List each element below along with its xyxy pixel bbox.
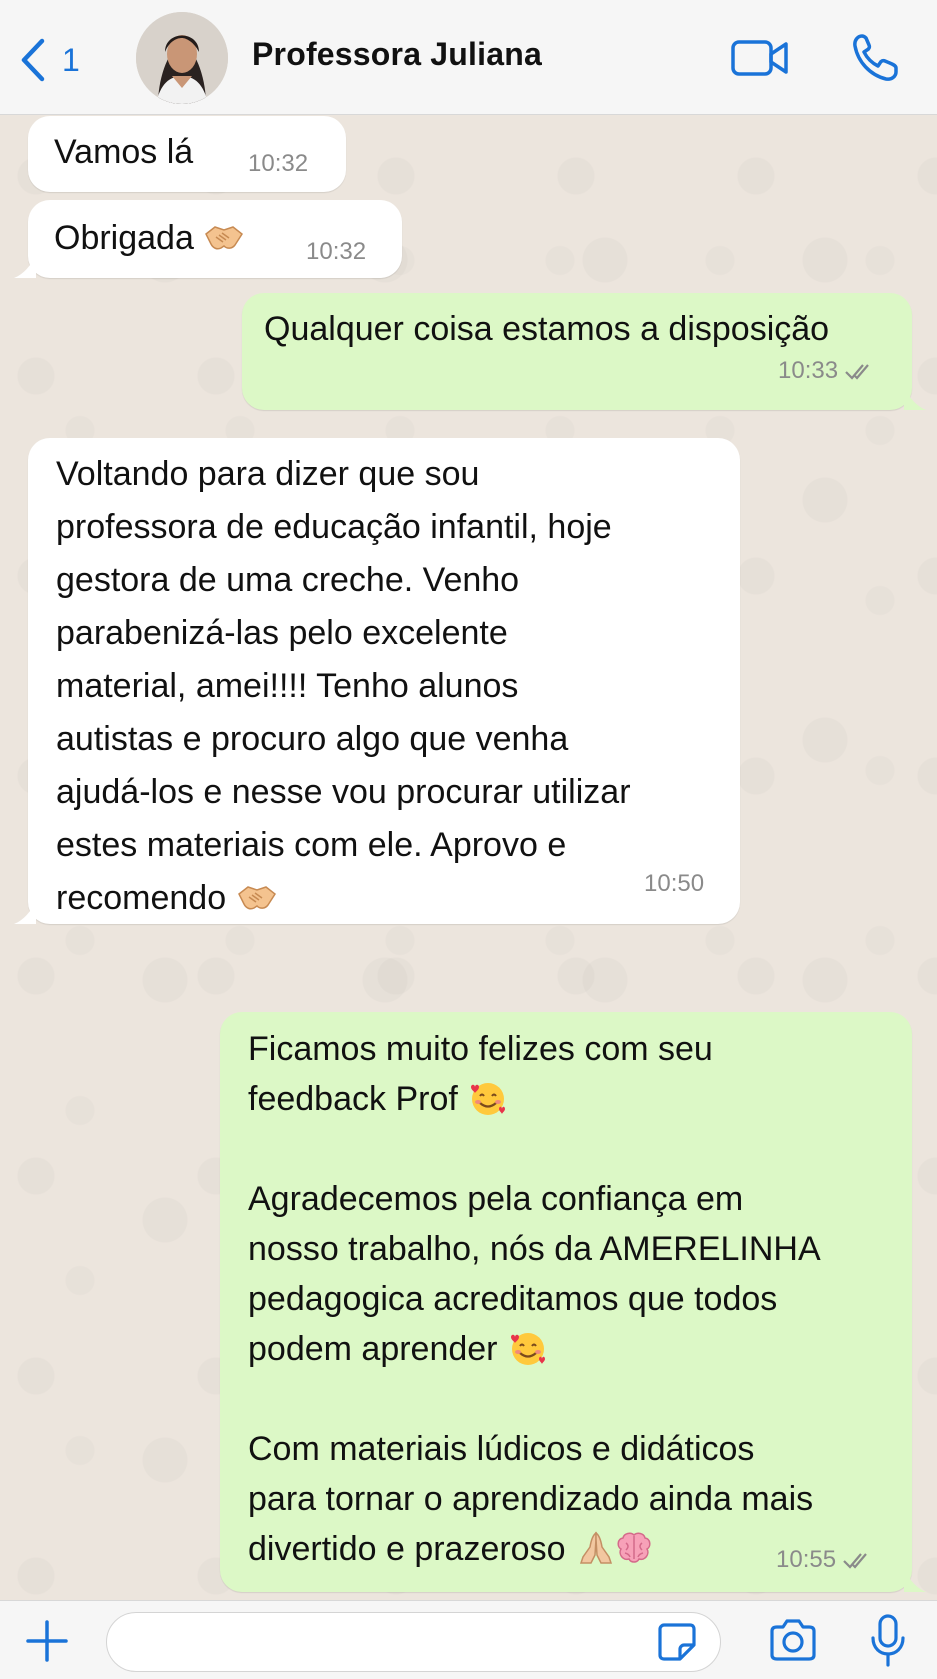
message-line: material, amei!!!! Tenho alunos (56, 667, 519, 705)
read-receipt-icon (843, 1553, 867, 1569)
chevron-left-icon (21, 38, 45, 82)
message-line: Ficamos muito felizes com seu (248, 1030, 713, 1068)
message-text: Qualquer coisa estamos a disposição (264, 310, 830, 348)
message-composer (0, 1600, 937, 1679)
bubble-tail (904, 1570, 926, 1592)
chat-header: 1 Professora Juliana (0, 0, 937, 115)
message-line: podem aprender (248, 1324, 821, 1374)
phone-call-icon[interactable] (850, 30, 900, 84)
bubble-tail (14, 256, 36, 278)
message-line: divertido e prazeroso (248, 1524, 821, 1574)
contact-photo (136, 12, 228, 104)
message-time: 10:32 (306, 238, 367, 265)
message-line: gestora de uma creche. Venho (56, 561, 520, 599)
sticker-icon[interactable] (656, 1621, 698, 1663)
brain-icon (617, 1532, 651, 1563)
message-line: Voltando para dizer que sou (56, 455, 480, 493)
message-input[interactable] (106, 1612, 721, 1672)
bubble-tail (14, 902, 36, 924)
message-incoming[interactable]: Vamos lá 10:32 (28, 116, 346, 192)
message-line: ajudá-los e nesse vou procurar utilizar (56, 773, 631, 811)
video-call-icon[interactable] (730, 30, 790, 84)
message-line: para tornar o aprendizado ainda mais (248, 1480, 814, 1518)
message-line: Agradecemos pela confiança em (248, 1180, 744, 1218)
message-line: professora de educação infantil, hoje (56, 508, 612, 546)
message-time: 10:55 (776, 1546, 872, 1574)
folded-hands-icon (579, 1531, 613, 1564)
message-line (248, 1374, 821, 1424)
microphone-icon[interactable] (868, 1613, 908, 1669)
smiling-face-with-hearts-icon (510, 1333, 545, 1366)
chat-area[interactable]: Vamos lá 10:32 Obrigada 10:32 Qualquer c… (0, 116, 937, 1600)
back-button[interactable]: 1 (18, 36, 80, 84)
message-time: 10:50 (644, 870, 705, 897)
message-text: Ficamos muito felizes com seu feedback P… (248, 1024, 821, 1574)
message-line: pedagogica acreditamos que todos (248, 1280, 778, 1318)
handshake-icon (237, 886, 276, 910)
message-time: 10:33 (778, 357, 874, 385)
message-line: Com materiais lúdicos e didáticos (248, 1430, 755, 1468)
unread-count: 1 (62, 41, 80, 78)
message-text: Vamos lá (54, 133, 194, 171)
message-incoming[interactable]: Voltando para dizer que sou professora d… (28, 438, 740, 924)
message-line: nosso trabalho, nós da AMERELINHA (248, 1230, 821, 1268)
message-time: 10:32 (248, 150, 309, 177)
contact-name[interactable]: Professora Juliana (252, 36, 542, 73)
bubble-tail (904, 388, 926, 410)
message-text: Voltando para dizer que sou professora d… (56, 448, 631, 925)
message-line: parabenizá-las pelo excelente (56, 614, 508, 652)
message-line: feedback Prof (248, 1074, 821, 1124)
message-line: estes materiais com ele. Aprovo e (56, 826, 567, 864)
camera-icon[interactable] (768, 1617, 818, 1663)
message-line: autistas e procuro algo que venha (56, 720, 569, 758)
message-incoming[interactable]: Obrigada 10:32 (28, 200, 402, 278)
message-line: recomendo (56, 872, 631, 925)
message-text: Obrigada (54, 212, 245, 265)
plus-icon[interactable] (24, 1618, 70, 1664)
read-receipt-icon (845, 364, 869, 380)
message-outgoing[interactable]: Ficamos muito felizes com seu feedback P… (220, 1012, 912, 1592)
handshake-icon (205, 226, 244, 250)
smiling-face-with-hearts-icon (471, 1083, 506, 1116)
message-line (248, 1124, 821, 1174)
avatar[interactable] (136, 12, 228, 104)
message-outgoing[interactable]: Qualquer coisa estamos a disposição 10:3… (242, 293, 912, 410)
